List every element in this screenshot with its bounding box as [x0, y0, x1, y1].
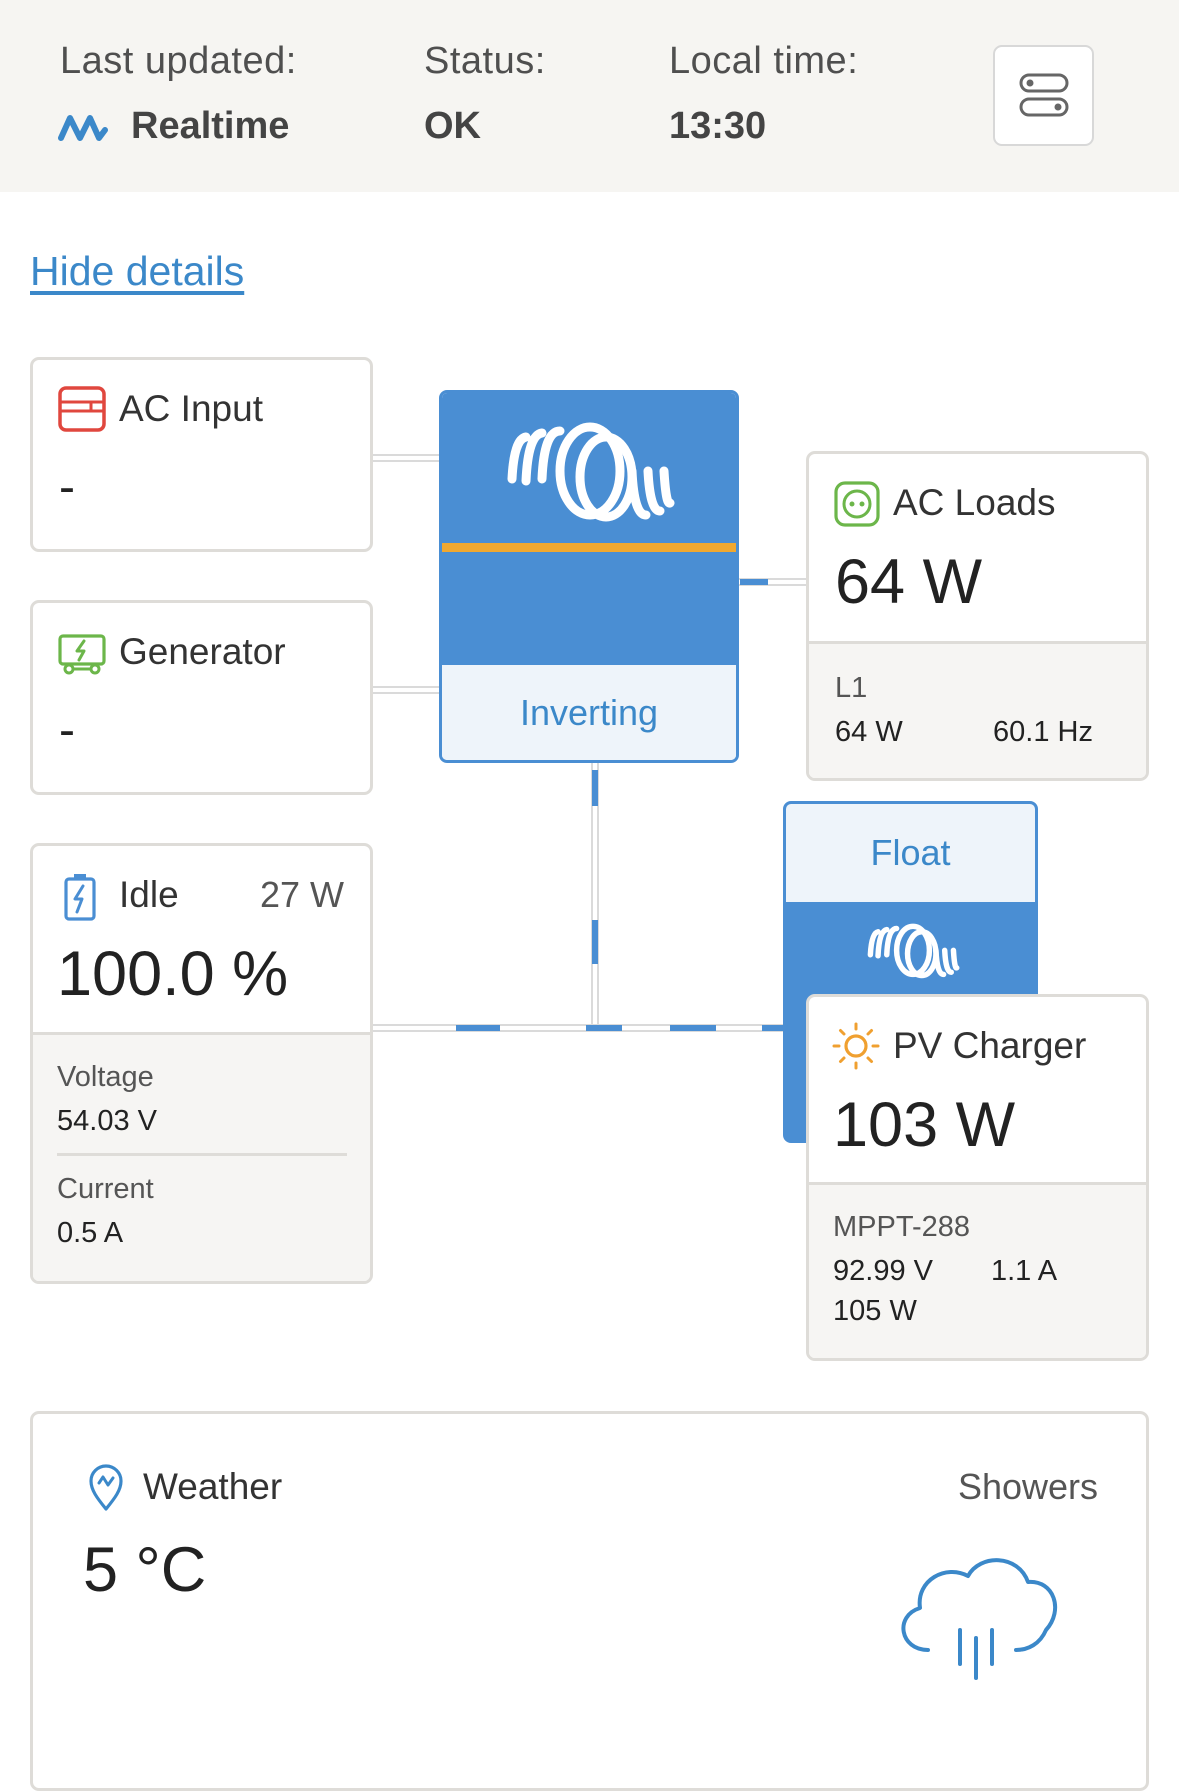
- pv-charger-card[interactable]: PV Charger 103 W MPPT-288 92.99 V 1.1 A …: [806, 994, 1149, 1361]
- pv-charger-device: MPPT-288: [833, 1211, 970, 1243]
- toggle-switches-icon: [1019, 73, 1069, 117]
- last-updated-value: Realtime: [131, 105, 290, 147]
- local-time-value: 13:30: [669, 105, 767, 147]
- battery-voltage-label: Voltage: [57, 1061, 154, 1093]
- ac-input-icon: [57, 385, 107, 433]
- ac-loads-details: L1 64 W 60.1 Hz: [809, 641, 1146, 778]
- ac-loads-title: AC Loads: [893, 482, 1056, 523]
- rain-cloud-icon: [888, 1546, 1068, 1686]
- ac-input-card[interactable]: AC Input -: [30, 357, 373, 552]
- ac-loads-phase-power: 64 W: [835, 716, 903, 748]
- victron-logo-icon: [507, 422, 675, 522]
- divider: [57, 1153, 347, 1156]
- location-pin-icon: [87, 1462, 125, 1512]
- generator-title: Generator: [119, 631, 286, 672]
- status-value: OK: [424, 105, 481, 147]
- ac-loads-phase-label: L1: [835, 672, 868, 704]
- weather-card[interactable]: Weather Showers 5 °C: [30, 1411, 1149, 1791]
- flow-dash: [670, 1025, 716, 1031]
- battery-soc: 100.0 %: [57, 939, 289, 1009]
- last-updated-label: Last updated:: [60, 40, 297, 82]
- weather-temperature: 5 °C: [83, 1535, 207, 1605]
- inverter-body: [442, 552, 736, 665]
- pv-current: 1.1 A: [991, 1255, 1058, 1287]
- battery-current: 0.5 A: [57, 1217, 124, 1249]
- inverter-orange-strip: [442, 543, 736, 552]
- status-label: Status:: [424, 40, 546, 82]
- ac-loads-frequency: 60.1 Hz: [993, 716, 1093, 748]
- pv-power: 105 W: [833, 1295, 917, 1327]
- generator-icon: [57, 633, 107, 675]
- flow-dash: [586, 1025, 622, 1031]
- ac-input-value: -: [59, 461, 75, 514]
- battery-details: Voltage 54.03 V Current 0.5 A: [33, 1032, 370, 1281]
- flow-dash: [456, 1025, 500, 1031]
- flow-dash: [740, 579, 768, 585]
- battery-current-label: Current: [57, 1173, 154, 1205]
- generator-value: -: [59, 704, 75, 757]
- hide-details-link[interactable]: Hide details: [30, 248, 244, 295]
- pv-charger-details: MPPT-288 92.99 V 1.1 A 105 W: [809, 1182, 1146, 1358]
- local-time-label: Local time:: [669, 40, 859, 82]
- solar-charger-state-panel: Float: [786, 804, 1035, 902]
- realtime-icon: [58, 110, 108, 144]
- outlet-icon: [833, 480, 881, 528]
- battery-power: 27 W: [259, 874, 344, 915]
- generator-connector: [371, 686, 441, 694]
- dc-bus-horizontal: [371, 1024, 786, 1032]
- solar-charger-state: Float: [870, 832, 951, 873]
- flow-dash: [592, 770, 598, 806]
- battery-card[interactable]: Idle 27 W 100.0 % Voltage 54.03 V Curren…: [30, 843, 373, 1284]
- ac-input-connector: [371, 454, 441, 462]
- inverter-state-panel: Inverting: [442, 665, 736, 760]
- inverter-state: Inverting: [519, 691, 659, 733]
- pv-charger-title: PV Charger: [893, 1025, 1087, 1066]
- pv-voltage: 92.99 V: [833, 1255, 933, 1287]
- ac-loads-card[interactable]: AC Loads 64 W L1 64 W 60.1 Hz: [806, 451, 1149, 781]
- generator-card[interactable]: Generator -: [30, 600, 373, 795]
- sun-icon: [831, 1021, 881, 1071]
- battery-voltage: 54.03 V: [57, 1105, 157, 1137]
- battery-icon: [63, 872, 97, 922]
- pv-charger-value: 103 W: [833, 1090, 1016, 1160]
- battery-state: Idle: [119, 874, 179, 915]
- victron-logo-small-icon: [867, 923, 960, 979]
- view-toggle-button[interactable]: [993, 45, 1094, 146]
- weather-condition: Showers: [957, 1466, 1098, 1507]
- inverter-block[interactable]: Inverting: [439, 390, 739, 763]
- ac-input-title: AC Input: [119, 388, 263, 429]
- ac-loads-value: 64 W: [835, 547, 983, 617]
- inverter-header: [442, 393, 736, 543]
- weather-title: Weather: [143, 1466, 283, 1507]
- flow-dash: [592, 920, 598, 964]
